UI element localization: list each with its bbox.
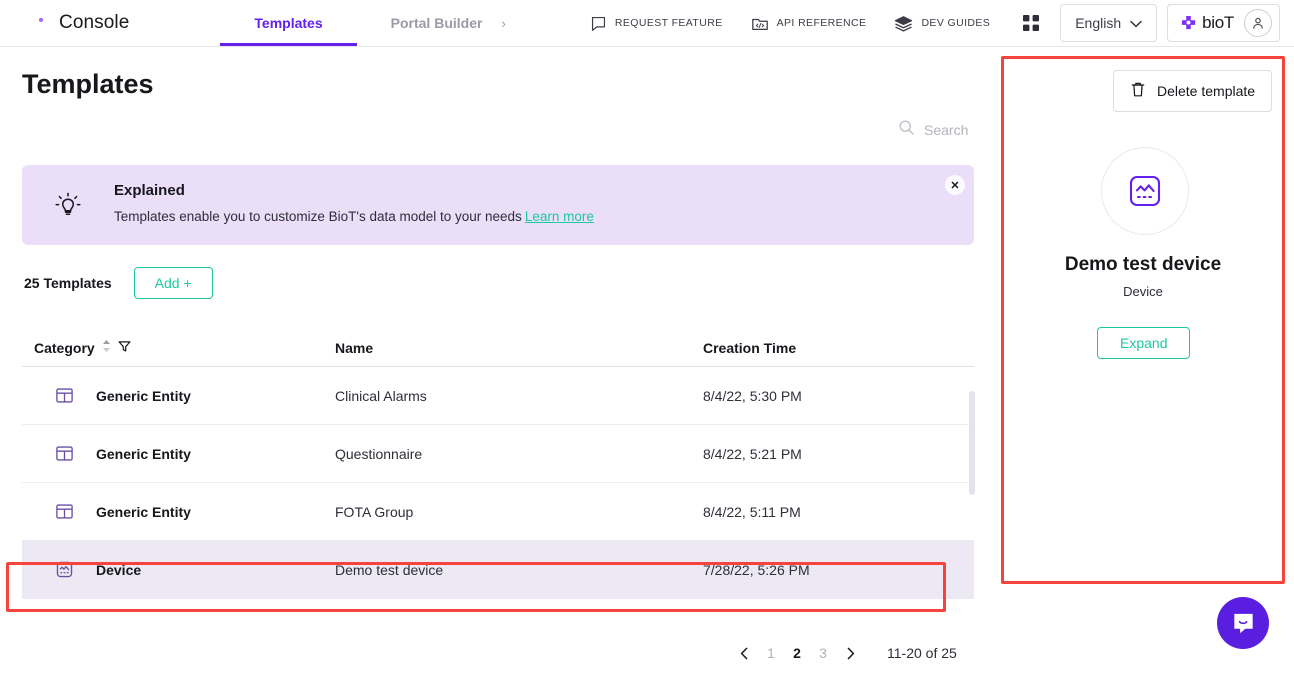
console-logo-icon [28,12,50,34]
api-reference-label: API REFERENCE [776,17,867,29]
language-selector[interactable]: English [1060,4,1158,42]
page-title: Templates [22,69,154,99]
api-reference-link[interactable]: API REFERENCE [737,15,881,32]
lightbulb-icon [52,190,84,227]
biot-logo-icon: bioT [1180,13,1234,33]
add-template-button[interactable]: Add + [133,267,213,299]
expand-button[interactable]: Expand [1097,327,1191,359]
search-placeholder: Search [924,122,969,138]
trash-icon [1130,81,1146,101]
primary-tabs: Templates Portal Builder › [220,0,539,46]
request-feature-link[interactable]: REQUEST FEATURE [576,15,737,32]
generic-entity-icon [55,386,74,405]
biot-brand-text: bioT [1202,13,1234,32]
chevron-down-icon [1130,15,1142,31]
explained-banner: Explained Templates enable you to custom… [22,165,974,245]
template-detail-panel: Delete template Demo test device Device … [1001,56,1285,584]
grid-apps-icon[interactable] [1004,14,1054,32]
table-row[interactable]: Generic Entity FOTA Group 8/4/22, 5:11 P… [22,483,974,541]
pagination-range: 11-20 of 25 [887,645,957,661]
templates-table: Category Name Creation Time Generic Enti… [22,329,975,599]
row-category: Generic Entity [96,503,191,520]
search-input[interactable]: Search [898,119,968,141]
main-content: Templates Search Explained Templates ena… [0,47,996,673]
table-header-row: Category Name Creation Time [22,329,974,367]
banner-description: Templates enable you to customize BioT's… [114,209,594,224]
banner-description-text: Templates enable you to customize BioT's… [114,209,522,224]
row-creation-time: 8/4/22, 5:21 PM [703,445,802,462]
close-icon[interactable]: ✕ [945,175,965,195]
row-name: Clinical Alarms [335,387,427,404]
filter-icon[interactable] [118,340,131,356]
delete-template-button[interactable]: Delete template [1113,70,1273,112]
column-header-category-label: Category [34,339,95,356]
templates-count: 25 Templates [24,275,112,291]
row-name: FOTA Group [335,503,414,520]
table-row[interactable]: Device Demo test device 7/28/22, 5:26 PM [22,541,974,599]
pagination: 1 2 3 11-20 of 25 [730,639,957,667]
dev-guides-label: DEV GUIDES [921,17,991,29]
table-scrollbar[interactable] [969,391,975,495]
row-category: Device [96,561,142,578]
chevron-left-icon[interactable] [730,639,758,667]
banner-title: Explained [114,182,185,199]
tab-portal-builder-label: Portal Builder [390,15,483,31]
top-navigation-bar: Console Templates Portal Builder › REQUE… [0,0,1294,47]
request-feature-label: REQUEST FEATURE [614,17,723,29]
generic-entity-icon [55,444,74,463]
table-row[interactable]: Generic Entity Clinical Alarms 8/4/22, 5… [22,367,974,425]
generic-entity-icon [55,502,74,521]
column-header-category[interactable]: Category [34,339,131,356]
template-name: Demo test device [1064,254,1222,275]
language-value: English [1075,15,1122,31]
row-category: Generic Entity [96,445,191,462]
row-name: Demo test device [335,561,444,578]
chat-bubble-icon[interactable] [1217,597,1269,649]
row-category: Generic Entity [96,387,191,404]
learn-more-link[interactable]: Learn more [525,209,594,224]
layers-icon [894,15,913,32]
user-avatar-icon [1244,9,1272,37]
column-header-creation-time[interactable]: Creation Time [703,340,796,356]
delete-template-label: Delete template [1157,83,1256,99]
account-button[interactable]: bioT [1167,4,1280,42]
table-row[interactable]: Generic Entity Questionnaire 8/4/22, 5:2… [22,425,974,483]
template-type: Device [1123,284,1163,299]
row-creation-time: 8/4/22, 5:11 PM [703,503,801,520]
brand-name: Console [59,12,130,33]
chevron-right-icon[interactable] [836,639,864,667]
device-icon [55,560,74,579]
column-header-name[interactable]: Name [335,340,373,356]
page-3-button[interactable]: 3 [810,639,836,667]
table-body: Generic Entity Clinical Alarms 8/4/22, 5… [22,367,974,599]
tab-templates[interactable]: Templates [220,0,357,46]
sort-arrows-icon[interactable] [102,339,111,356]
page-1-button[interactable]: 1 [758,639,784,667]
code-folder-icon [751,15,769,32]
dev-guides-link[interactable]: DEV GUIDES [880,15,1004,32]
row-creation-time: 7/28/22, 5:26 PM [703,561,810,578]
chevron-right-icon: › [501,15,506,31]
device-monitor-icon [1101,147,1189,235]
row-creation-time: 8/4/22, 5:30 PM [703,387,802,404]
search-icon [898,119,915,141]
tab-templates-label: Templates [254,15,323,31]
tab-portal-builder[interactable]: Portal Builder › [357,0,540,46]
row-name: Questionnaire [335,445,423,462]
brand: Console [0,0,139,46]
templates-toolbar: 25 Templates Add + [24,267,213,299]
speech-bubble-icon [590,15,607,32]
page-2-button[interactable]: 2 [784,639,810,667]
nav-right-group: REQUEST FEATURE API REFERENCE DEV GUIDES [576,0,1294,46]
